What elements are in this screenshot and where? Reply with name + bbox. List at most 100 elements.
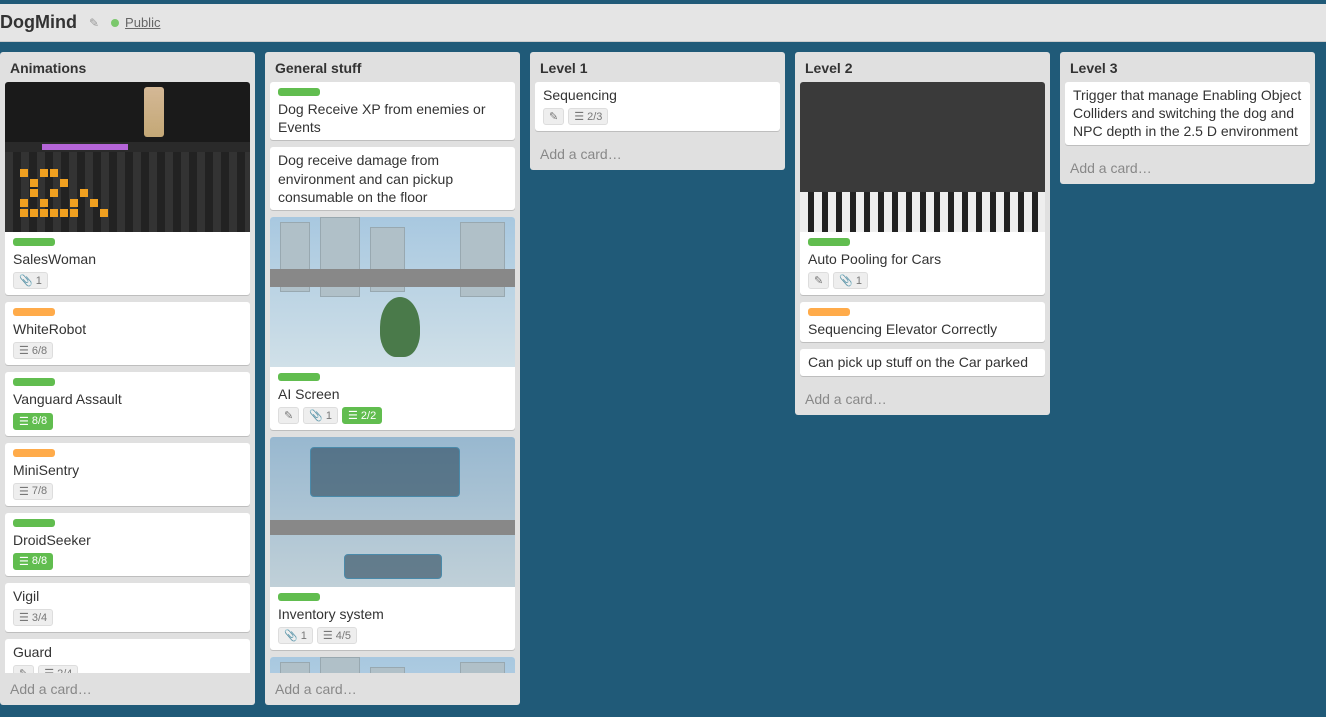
list-title[interactable]: Level 2 <box>795 52 1050 82</box>
badge-text: 1 <box>301 630 307 642</box>
card[interactable]: Dog receive damage from environment and … <box>270 147 515 210</box>
label-orange[interactable] <box>13 308 55 316</box>
badge-text: 8/8 <box>32 555 47 567</box>
list-cards: Dog Receive XP from enemies or Events Dog… <box>265 82 520 673</box>
card-badges: ✎📎1☰2/2 <box>270 407 515 430</box>
card-title: Trigger that manage Enabling Object Coll… <box>1065 82 1310 145</box>
card[interactable]: Vanguard Assault☰8/8 <box>5 372 250 435</box>
badge-check: ☰2/2 <box>342 407 382 424</box>
card[interactable]: Vigil ☰3/4 <box>5 583 250 632</box>
card[interactable]: Auto Pooling for Cars✎📎1 <box>800 82 1045 295</box>
label-green[interactable] <box>278 88 320 96</box>
edit-icon: ✎ <box>284 409 293 422</box>
card[interactable] <box>270 657 515 673</box>
label-green[interactable] <box>13 519 55 527</box>
card-labels <box>5 513 250 527</box>
badge-edit: ✎ <box>543 108 564 125</box>
check-icon: ☰ <box>323 629 333 642</box>
check-icon: ☰ <box>348 409 358 422</box>
attach-icon: 📎 <box>19 274 33 287</box>
edit-icon[interactable]: ✎ <box>89 16 99 30</box>
edit-icon: ✎ <box>549 110 558 123</box>
list-title[interactable]: Level 1 <box>530 52 785 82</box>
check-icon: ☰ <box>574 110 584 123</box>
card[interactable]: Sequencing Elevator Correctly <box>800 302 1045 342</box>
card-cover <box>270 657 515 673</box>
badge-text: 2/2 <box>361 410 376 422</box>
badge-text: 6/8 <box>32 345 47 357</box>
badge-attach: 📎1 <box>833 272 868 289</box>
card[interactable]: DroidSeeker☰8/8 <box>5 513 250 576</box>
list-title[interactable]: Level 3 <box>1060 52 1315 82</box>
badge-check: ☰8/8 <box>13 413 53 430</box>
badge-text: 1 <box>856 275 862 287</box>
card[interactable]: Guard✎☰2/4 <box>5 639 250 673</box>
badge-text: 3/4 <box>32 612 47 624</box>
add-card-button[interactable]: Add a card… <box>265 673 520 705</box>
card-labels <box>270 587 515 601</box>
badge-check: ☰7/8 <box>13 483 53 500</box>
badge-edit: ✎ <box>278 407 299 424</box>
card-title: MiniSentry <box>5 457 250 483</box>
card[interactable]: MiniSentry☰7/8 <box>5 443 250 506</box>
check-icon: ☰ <box>19 485 29 498</box>
card-title: WhiteRobot <box>5 316 250 342</box>
list: Level 2Auto Pooling for Cars✎📎1 Sequencin… <box>795 52 1050 415</box>
add-card-button[interactable]: Add a card… <box>530 138 785 170</box>
card-title: AI Screen <box>270 381 515 407</box>
card[interactable]: AI Screen✎📎1☰2/2 <box>270 217 515 430</box>
list: Level 1Sequencing✎☰2/3Add a card… <box>530 52 785 170</box>
card-labels <box>800 232 1045 246</box>
card-cover <box>270 217 515 367</box>
card[interactable]: Inventory system📎1☰4/5 <box>270 437 515 650</box>
badge-edit: ✎ <box>808 272 829 289</box>
check-icon: ☰ <box>19 555 29 568</box>
card-badges: ☰6/8 <box>5 342 250 365</box>
card-labels <box>5 302 250 316</box>
list-title[interactable]: Animations <box>0 52 255 82</box>
card-labels <box>270 367 515 381</box>
card-title: Vanguard Assault <box>5 386 250 412</box>
label-orange[interactable] <box>808 308 850 316</box>
badge-text: 1 <box>36 275 42 287</box>
label-green[interactable] <box>808 238 850 246</box>
card-badges: 📎1 ☰4/5 <box>270 627 515 650</box>
card-title: Guard <box>5 639 250 665</box>
visibility-toggle[interactable]: Public <box>111 15 160 30</box>
card-cover <box>270 437 515 587</box>
list-cards: Trigger that manage Enabling Object Coll… <box>1060 82 1315 152</box>
add-card-button[interactable]: Add a card… <box>0 673 255 705</box>
board-header: DogMind ✎ Public <box>0 4 1326 42</box>
list-title[interactable]: General stuff <box>265 52 520 82</box>
card[interactable]: WhiteRobot☰6/8 <box>5 302 250 365</box>
list-cards: Sequencing✎☰2/3 <box>530 82 785 138</box>
add-card-button[interactable]: Add a card… <box>1060 152 1315 184</box>
label-orange[interactable] <box>13 449 55 457</box>
badge-text: 4/5 <box>336 630 351 642</box>
label-green[interactable] <box>278 593 320 601</box>
card-title: Vigil <box>5 583 250 609</box>
card[interactable]: SalesWoman📎1 <box>5 82 250 295</box>
list-cards: SalesWoman📎1WhiteRobot☰6/8Vanguard Assau… <box>0 82 255 673</box>
list: General stuffDog Receive XP from enemies… <box>265 52 520 705</box>
badge-attach: 📎1 <box>13 272 48 289</box>
card-badges: ✎☰2/3 <box>535 108 780 131</box>
label-green[interactable] <box>278 373 320 381</box>
card[interactable]: Sequencing✎☰2/3 <box>535 82 780 131</box>
label-green[interactable] <box>13 378 55 386</box>
card-labels <box>800 302 1045 316</box>
label-green[interactable] <box>13 238 55 246</box>
card[interactable]: Trigger that manage Enabling Object Coll… <box>1065 82 1310 145</box>
add-card-button[interactable]: Add a card… <box>795 383 1050 415</box>
card[interactable]: Can pick up stuff on the Car parked <box>800 349 1045 375</box>
card[interactable]: Dog Receive XP from enemies or Events <box>270 82 515 140</box>
badge-text: 7/8 <box>32 485 47 497</box>
visibility-dot-icon <box>111 19 119 27</box>
card-cover <box>5 82 250 232</box>
check-icon: ☰ <box>19 611 29 624</box>
badge-check: ☰6/8 <box>13 342 53 359</box>
attach-icon: 📎 <box>284 629 298 642</box>
card-labels <box>5 443 250 457</box>
card-title: Can pick up stuff on the Car parked <box>800 349 1045 375</box>
visibility-label[interactable]: Public <box>125 15 160 30</box>
